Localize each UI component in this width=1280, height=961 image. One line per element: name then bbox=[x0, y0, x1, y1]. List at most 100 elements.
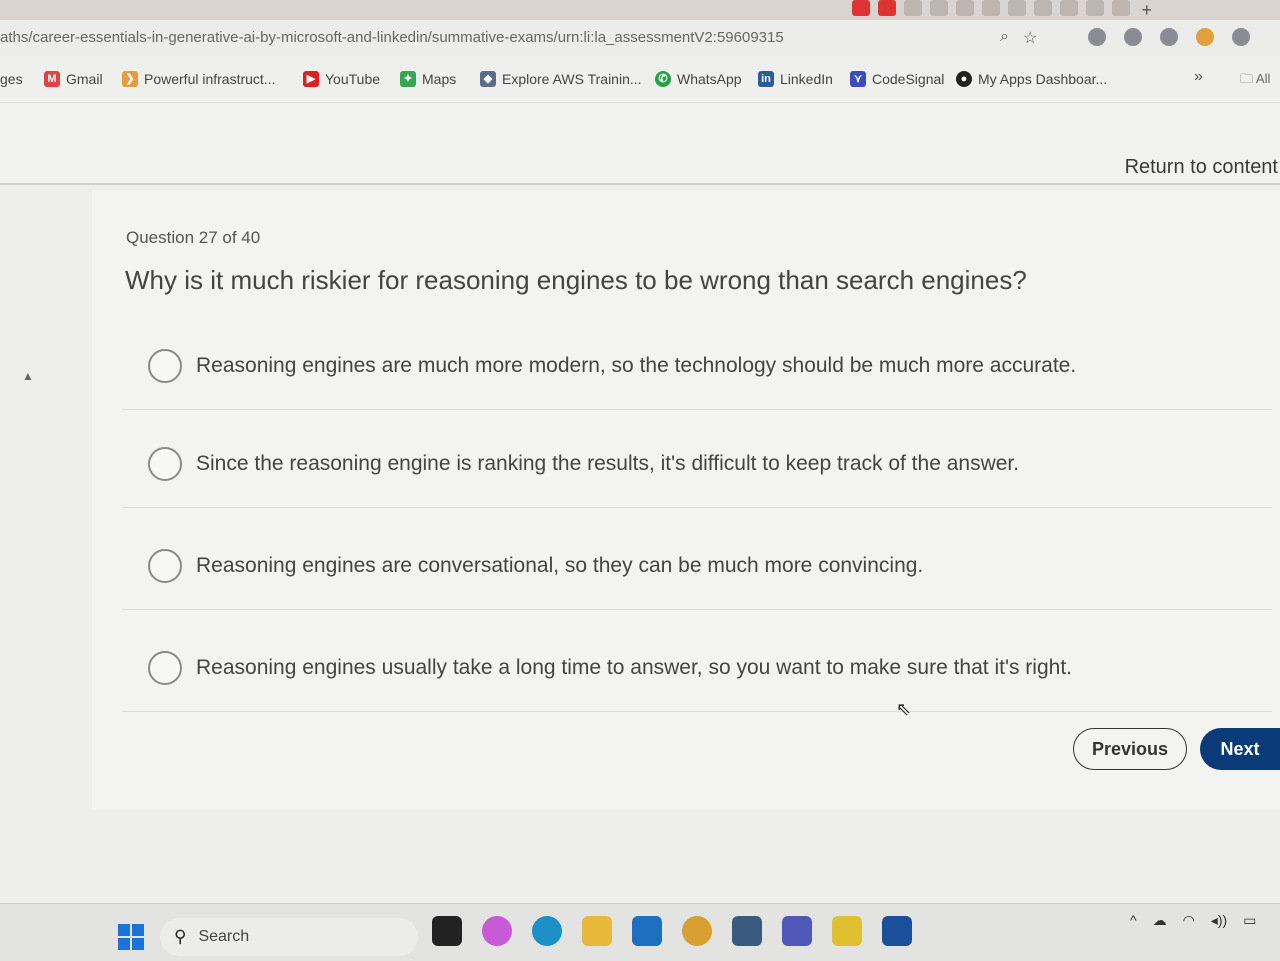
github-tab-icon[interactable] bbox=[982, 0, 1000, 16]
bookmark-item[interactable]: ges bbox=[0, 71, 23, 87]
bookmarks-overflow-button[interactable]: » bbox=[1194, 68, 1203, 86]
bookmark-maps[interactable]: ✦ Maps bbox=[400, 71, 456, 87]
url-text[interactable]: aths/career-essentials-in-generative-ai-… bbox=[0, 29, 784, 46]
answer-option-3[interactable]: Reasoning engines are conversational, so… bbox=[122, 523, 1272, 610]
file-explorer-icon[interactable] bbox=[582, 916, 612, 946]
answer-label: Reasoning engines are conversational, so… bbox=[196, 554, 924, 577]
bookmark-label: LinkedIn bbox=[780, 71, 833, 87]
address-bar[interactable]: aths/career-essentials-in-generative-ai-… bbox=[0, 20, 1280, 56]
radio-button[interactable] bbox=[148, 651, 182, 685]
linkedin-tab-icon[interactable] bbox=[1086, 0, 1104, 16]
bookmark-star-icon[interactable]: ☆ bbox=[1023, 28, 1037, 48]
outlook-icon[interactable] bbox=[632, 916, 662, 946]
extension-icon[interactable] bbox=[1124, 28, 1142, 46]
bookmark-my-apps-dashboard[interactable]: ● My Apps Dashboar... bbox=[956, 71, 1107, 87]
all-bookmarks-label: All bbox=[1255, 71, 1271, 86]
extensions bbox=[1088, 28, 1250, 46]
radio-button[interactable] bbox=[148, 447, 182, 481]
codesignal-icon: ⋎ bbox=[850, 71, 866, 87]
folder-icon: 🗀 bbox=[1240, 71, 1254, 86]
bookmark-label: WhatsApp bbox=[677, 71, 742, 87]
search-icon: ⚲ bbox=[174, 927, 187, 946]
answer-label: Reasoning engines are much more modern, … bbox=[196, 354, 1077, 377]
onedrive-cloud-icon[interactable]: ☁ bbox=[1153, 912, 1167, 929]
next-button[interactable]: Next bbox=[1200, 728, 1280, 770]
answer-option-4[interactable]: Reasoning engines usually take a long ti… bbox=[122, 625, 1272, 712]
page-content: Return to content ▲ Question 27 of 40 Wh… bbox=[0, 103, 1280, 903]
bookmarks-bar: ges M Gmail ❯ Powerful infrastruct... ▶ … bbox=[0, 56, 1280, 103]
bookmark-powerful-infrastructure[interactable]: ❯ Powerful infrastruct... bbox=[122, 71, 276, 87]
return-to-content-link[interactable]: Return to content bbox=[1125, 156, 1278, 179]
tab-icon[interactable] bbox=[956, 0, 974, 16]
taskbar-apps bbox=[432, 916, 912, 946]
tab-icon[interactable] bbox=[1008, 0, 1026, 16]
taskbar: ⚲ Search ^ ☁ ◠ ◂)) ▭ bbox=[0, 903, 1280, 961]
youtube-tab-icon[interactable] bbox=[878, 0, 896, 16]
answer-label: Reasoning engines usually take a long ti… bbox=[196, 656, 1072, 679]
bookmark-linkedin[interactable]: in LinkedIn bbox=[758, 71, 833, 87]
word-icon[interactable] bbox=[882, 916, 912, 946]
bookmark-label: Powerful infrastruct... bbox=[144, 71, 276, 87]
bookmark-label: Explore AWS Trainin... bbox=[502, 71, 642, 87]
question-number: Question 27 of 40 bbox=[126, 228, 261, 247]
extensions-puzzle-icon[interactable] bbox=[1232, 28, 1250, 46]
new-tab-button[interactable]: + bbox=[1141, 0, 1152, 21]
previous-button[interactable]: Previous bbox=[1073, 728, 1187, 770]
wifi-icon[interactable]: ◠ bbox=[1183, 912, 1195, 929]
chevron-up-icon[interactable]: ^ bbox=[1130, 912, 1137, 929]
bookmark-label: ges bbox=[0, 71, 23, 87]
mouse-cursor-icon: ⇖ bbox=[896, 699, 912, 719]
chrome-icon[interactable] bbox=[682, 916, 712, 946]
tab-icon[interactable] bbox=[1060, 0, 1078, 16]
notepad-icon[interactable] bbox=[732, 916, 762, 946]
copilot-icon[interactable] bbox=[482, 916, 512, 946]
snipping-tool-icon[interactable] bbox=[832, 916, 862, 946]
tab-icon[interactable] bbox=[1112, 0, 1130, 16]
extension-icon[interactable] bbox=[1160, 28, 1178, 46]
search-placeholder: Search bbox=[198, 928, 250, 945]
bookmark-label: My Apps Dashboar... bbox=[978, 71, 1108, 87]
answer-option-1[interactable]: Reasoning engines are much more modern, … bbox=[122, 323, 1272, 410]
extension-icon[interactable] bbox=[1196, 28, 1214, 46]
linkedin-icon: in bbox=[758, 71, 774, 87]
chevron-icon: ❯ bbox=[122, 71, 138, 87]
youtube-tab-icon[interactable] bbox=[852, 0, 870, 16]
google-tab-icon[interactable] bbox=[904, 0, 922, 16]
drive-tab-icon[interactable] bbox=[1034, 0, 1052, 16]
radio-button[interactable] bbox=[148, 349, 182, 383]
question-text: Why is it much riskier for reasoning eng… bbox=[125, 265, 1027, 295]
volume-icon[interactable]: ◂)) bbox=[1211, 912, 1227, 929]
radio-button[interactable] bbox=[148, 549, 182, 583]
battery-icon[interactable]: ▭ bbox=[1243, 912, 1256, 929]
bookmark-label: Maps bbox=[422, 71, 457, 87]
teams-icon[interactable] bbox=[782, 916, 812, 946]
edge-icon[interactable] bbox=[532, 916, 562, 946]
taskbar-search-box[interactable]: ⚲ Search bbox=[160, 918, 418, 956]
bookmark-codesignal[interactable]: ⋎ CodeSignal bbox=[850, 71, 944, 87]
youtube-icon: ▶ bbox=[303, 71, 319, 87]
task-view-icon[interactable] bbox=[432, 916, 462, 946]
tab-icon[interactable] bbox=[930, 0, 948, 16]
whatsapp-icon: ✆ bbox=[655, 71, 671, 87]
bookmark-explore-aws[interactable]: ◆ Explore AWS Trainin... bbox=[480, 71, 642, 87]
url-actions: ⌕ ☆ bbox=[1000, 28, 1037, 48]
answer-label: Since the reasoning engine is ranking th… bbox=[196, 452, 1020, 475]
collapse-arrow-icon[interactable]: ▲ bbox=[22, 369, 34, 383]
bookmark-whatsapp[interactable]: ✆ WhatsApp bbox=[655, 71, 742, 87]
exam-header: Return to content bbox=[0, 103, 1280, 185]
windows-start-icon[interactable] bbox=[118, 924, 144, 950]
zoom-icon[interactable]: ⌕ bbox=[1000, 28, 1009, 48]
extension-icon[interactable] bbox=[1088, 28, 1106, 46]
bookmark-youtube[interactable]: ▶ YouTube bbox=[303, 71, 380, 87]
aws-cube-icon: ◆ bbox=[480, 71, 496, 87]
bookmark-label: CodeSignal bbox=[872, 71, 945, 87]
all-bookmarks-button[interactable]: 🗀 All bbox=[1240, 70, 1270, 92]
answer-option-2[interactable]: Since the reasoning engine is ranking th… bbox=[122, 421, 1272, 508]
tab-strip: + bbox=[0, 0, 1280, 20]
okta-icon: ● bbox=[956, 71, 972, 87]
tab-icons bbox=[852, 0, 1130, 16]
bookmark-gmail[interactable]: M Gmail bbox=[44, 71, 103, 87]
bookmark-label: YouTube bbox=[325, 71, 381, 87]
maps-icon: ✦ bbox=[400, 71, 416, 87]
system-tray: ^ ☁ ◠ ◂)) ▭ bbox=[1130, 912, 1256, 929]
